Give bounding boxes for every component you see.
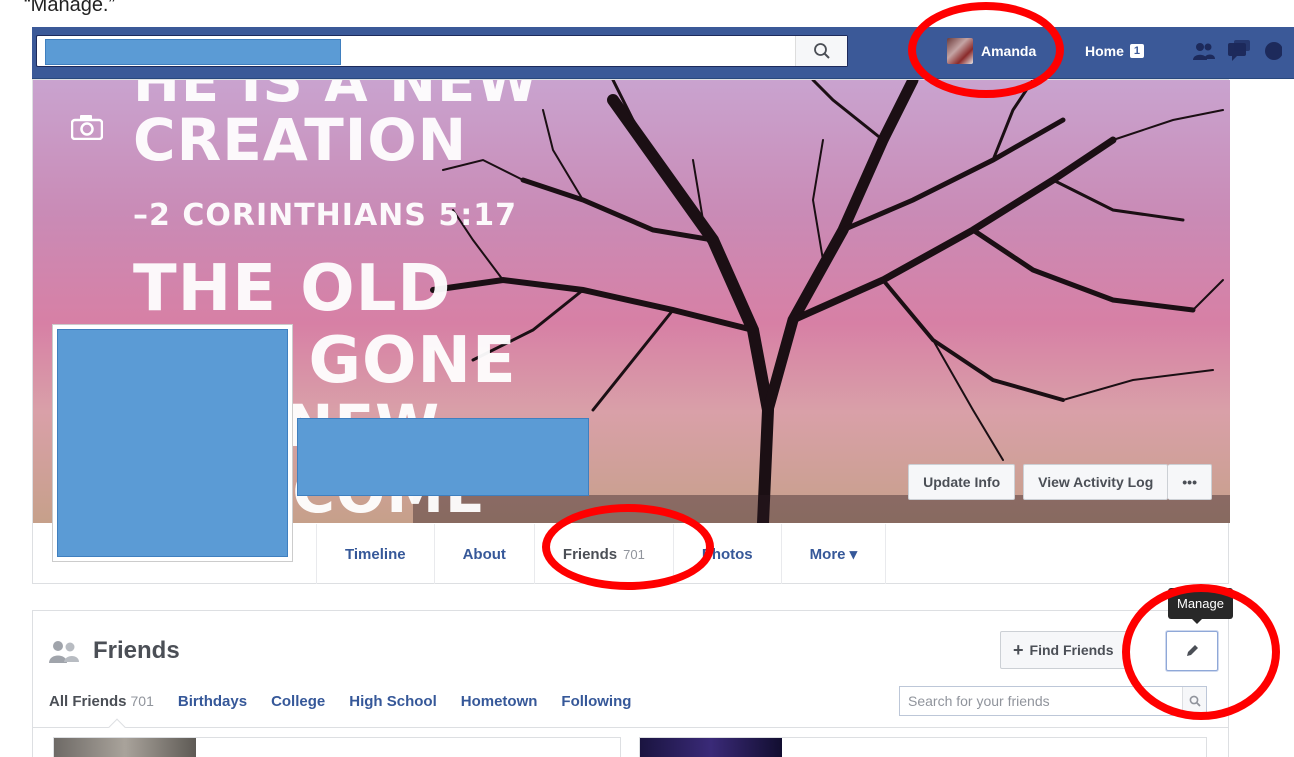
- caption-text: “Manage.”: [24, 0, 116, 16]
- profile-header: HE IS A NEW CREATION –2 CORINTHIANS 5:17…: [32, 79, 1230, 584]
- cover-line-4: THE OLD: [133, 252, 452, 326]
- search-button[interactable]: [795, 36, 847, 66]
- nav-user-name: Amanda: [981, 43, 1037, 59]
- friend-search-button[interactable]: [1182, 687, 1206, 715]
- tab-label: Photos: [701, 545, 753, 563]
- friends-count: 701: [623, 546, 645, 562]
- profile-tabs: Timeline About Friends 701 Photos More ▾: [316, 524, 887, 584]
- redacted-search-text: [45, 39, 341, 65]
- subtab-birthdays[interactable]: Birthdays: [178, 693, 247, 710]
- friend-search-box: [899, 686, 1207, 716]
- manage-tooltip: Manage: [1168, 588, 1233, 624]
- nav-home-label: Home: [1085, 43, 1124, 59]
- manage-button[interactable]: [1166, 631, 1218, 671]
- tab-label: More ▾: [809, 546, 858, 563]
- activity-log-group: View Activity Log •••: [1023, 464, 1212, 500]
- home-count-badge: 1: [1129, 44, 1145, 58]
- camera-icon[interactable]: [71, 114, 103, 140]
- friend-card[interactable]: [639, 737, 1207, 757]
- search-icon: [1189, 695, 1201, 707]
- friend-photo[interactable]: [54, 738, 196, 757]
- friend-card[interactable]: [53, 737, 621, 757]
- friends-section: Manage Friends + Find Friends All Friend…: [32, 588, 1233, 757]
- plus-icon: +: [1013, 640, 1024, 660]
- tab-photos[interactable]: Photos: [672, 524, 781, 584]
- friend-search-input[interactable]: [900, 687, 1182, 715]
- cover-line-2: CREATION: [133, 106, 468, 174]
- notifications-icon[interactable]: [1262, 39, 1282, 63]
- subtabs-divider: [33, 727, 1228, 728]
- subtab-hometown[interactable]: Hometown: [461, 693, 538, 710]
- tab-label: Timeline: [345, 545, 406, 563]
- top-navigation-bar: Amanda Home 1: [32, 27, 1294, 79]
- messages-icon[interactable]: [1226, 39, 1252, 63]
- subtab-following[interactable]: Following: [561, 693, 631, 710]
- nav-profile-link[interactable]: Amanda: [947, 37, 1036, 65]
- redacted-profile-picture: [57, 329, 288, 557]
- cover-actions: Update Info View Activity Log •••: [908, 464, 1212, 500]
- tab-label: About: [462, 545, 506, 563]
- all-friends-count: 701: [130, 693, 154, 709]
- more-options-button[interactable]: •••: [1168, 464, 1212, 500]
- view-activity-log-button[interactable]: View Activity Log: [1023, 464, 1169, 500]
- subtab-label: All Friends: [49, 693, 127, 710]
- pencil-icon: [1187, 645, 1198, 656]
- friends-subtabs: All Friends 701 Birthdays College High Sc…: [49, 693, 631, 710]
- friend-requests-icon[interactable]: [1192, 39, 1216, 63]
- tab-friends[interactable]: Friends 701: [533, 524, 673, 584]
- nav-home-link[interactable]: Home 1: [1085, 37, 1145, 65]
- avatar: [947, 38, 973, 64]
- search-bar[interactable]: [36, 35, 848, 67]
- subtab-college[interactable]: College: [271, 693, 325, 710]
- friend-photo[interactable]: [640, 738, 782, 757]
- friends-title: Friends: [93, 637, 180, 664]
- tab-more[interactable]: More ▾: [780, 524, 887, 584]
- friends-heading: Friends: [47, 637, 180, 665]
- find-friends-label: Find Friends: [1029, 642, 1114, 658]
- redacted-profile-name: [297, 418, 589, 496]
- tab-about[interactable]: About: [433, 524, 534, 584]
- profile-picture[interactable]: [52, 324, 293, 562]
- active-subtab-caret: [108, 718, 126, 736]
- subtab-all-friends[interactable]: All Friends 701: [49, 693, 154, 710]
- find-friends-button[interactable]: + Find Friends: [1000, 631, 1127, 669]
- cover-line-3: –2 CORINTHIANS 5:17: [133, 198, 517, 233]
- search-icon: [813, 43, 830, 59]
- nav-icons: [1192, 39, 1282, 63]
- friends-icon: [49, 641, 79, 663]
- tab-label: Friends: [562, 545, 618, 563]
- tab-timeline[interactable]: Timeline: [316, 524, 434, 584]
- update-info-button[interactable]: Update Info: [908, 464, 1016, 500]
- subtab-high-school[interactable]: High School: [349, 693, 437, 710]
